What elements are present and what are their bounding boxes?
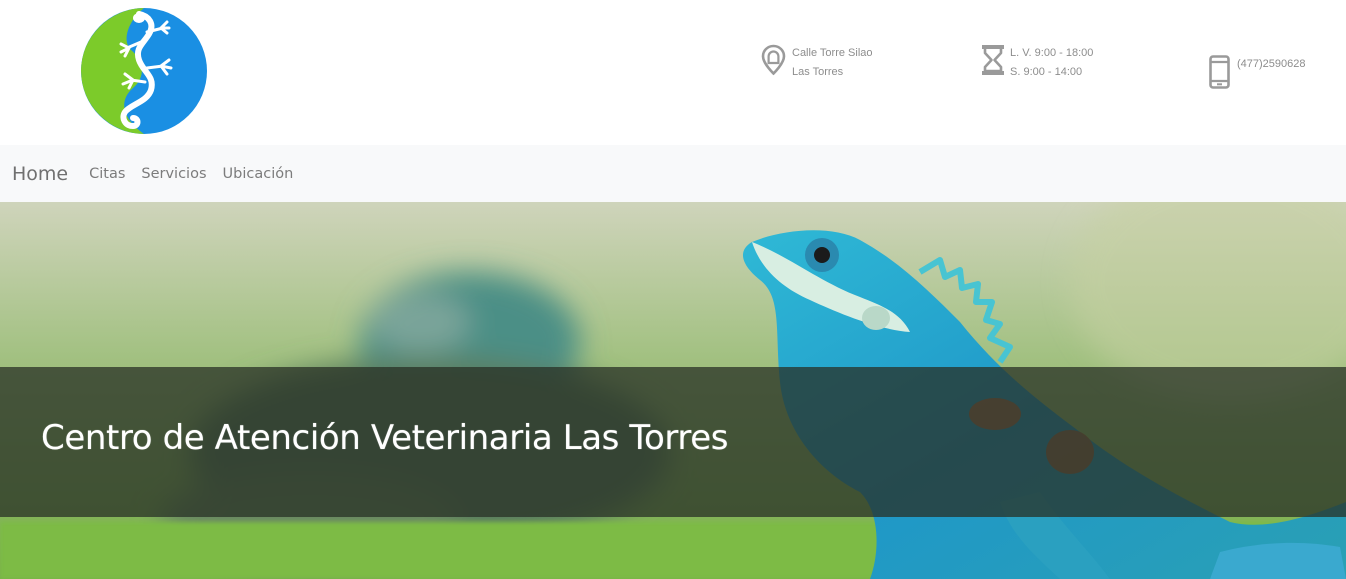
mobile-phone-icon (1209, 55, 1230, 89)
nav-link-citas[interactable]: Citas (81, 166, 133, 182)
hero-banner: Centro de Atención Veterinaria Las Torre… (0, 202, 1346, 579)
main-navbar: Home Citas Servicios Ubicación (0, 145, 1346, 202)
site-header: Calle Torre Silao Las Torres L. V. 9:00 … (0, 0, 1346, 145)
hours-info: L. V. 9:00 - 18:00 S. 9:00 - 14:00 (981, 44, 1093, 82)
hours-saturday: S. 9:00 - 14:00 (1010, 66, 1083, 78)
nav-home-link[interactable]: Home (12, 163, 68, 185)
phone-info: (477)2590628 (1209, 55, 1306, 89)
lizard-logo[interactable] (81, 8, 207, 134)
hourglass-icon (982, 45, 1004, 75)
address-info: Calle Torre Silao Las Torres (761, 44, 873, 82)
hero-title: Centro de Atención Veterinaria Las Torre… (41, 418, 729, 458)
nav-links: Citas Servicios Ubicación (81, 166, 301, 182)
nav-link-ubicacion[interactable]: Ubicación (215, 166, 302, 182)
map-pin-icon (761, 44, 786, 76)
nav-link-servicios[interactable]: Servicios (133, 166, 214, 182)
phone-number[interactable]: (477)2590628 (1237, 55, 1306, 73)
hours-weekdays: L. V. 9:00 - 18:00 (1010, 47, 1094, 59)
address-line-2: Las Torres (792, 66, 844, 78)
address-line-1: Calle Torre Silao (792, 47, 873, 59)
